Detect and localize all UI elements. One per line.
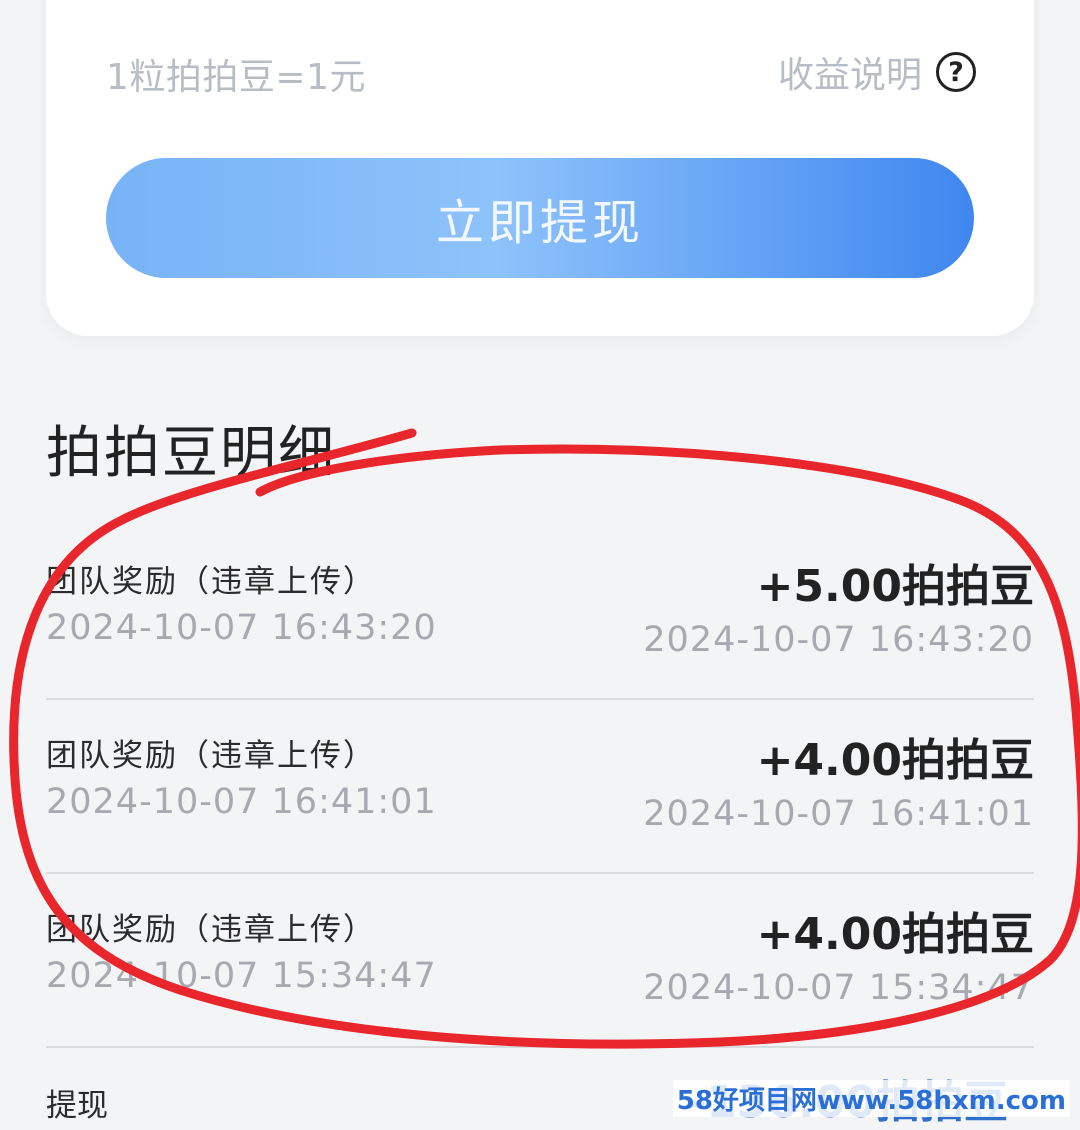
record-time: 2024-10-07 16:41:01 (46, 782, 437, 822)
withdraw-record-title: 提现 (46, 1088, 108, 1124)
record-time: 2024-10-07 15:34:47 (46, 956, 437, 996)
list-item[interactable]: 团队奖励（违章上传） 2024-10-07 16:41:01 +4.00拍拍豆 … (46, 700, 1034, 874)
exchange-rate-text: 1粒拍拍豆=1元 (106, 57, 366, 98)
record-amount: +4.00拍拍豆 (756, 735, 1034, 786)
record-time-right: 2024-10-07 16:43:20 (643, 620, 1034, 660)
section-title: 拍拍豆明细 (46, 421, 336, 486)
withdraw-now-button[interactable]: 立即提现 (106, 158, 974, 278)
list-item[interactable]: 团队奖励（违章上传） 2024-10-07 16:43:20 +5.00拍拍豆 … (46, 526, 1034, 700)
record-amount: +4.00拍拍豆 (756, 909, 1034, 960)
record-time-right: 2024-10-07 16:41:01 (643, 794, 1034, 834)
record-time: 2024-10-07 16:43:20 (46, 608, 437, 648)
list-item[interactable]: 团队奖励（违章上传） 2024-10-07 15:34:47 +4.00拍拍豆 … (46, 874, 1034, 1048)
watermark: 58好项目网www.58hxm.com (672, 1080, 1070, 1117)
record-title: 团队奖励（违章上传） (46, 912, 376, 948)
income-explanation-link[interactable]: 收益说明 ? (778, 46, 976, 98)
record-title: 团队奖励（违章上传） (46, 564, 376, 600)
question-circle-icon[interactable]: ? (936, 52, 976, 92)
income-explanation-label: 收益说明 (777, 55, 922, 96)
record-amount: +5.00拍拍豆 (756, 561, 1034, 612)
balance-card: 1粒拍拍豆=1元 收益说明 ? 立即提现 (46, 0, 1034, 336)
record-list: 团队奖励（违章上传） 2024-10-07 16:43:20 +5.00拍拍豆 … (46, 526, 1034, 1048)
record-time-right: 2024-10-07 15:34:47 (643, 968, 1034, 1008)
record-title: 团队奖励（违章上传） (46, 738, 376, 774)
